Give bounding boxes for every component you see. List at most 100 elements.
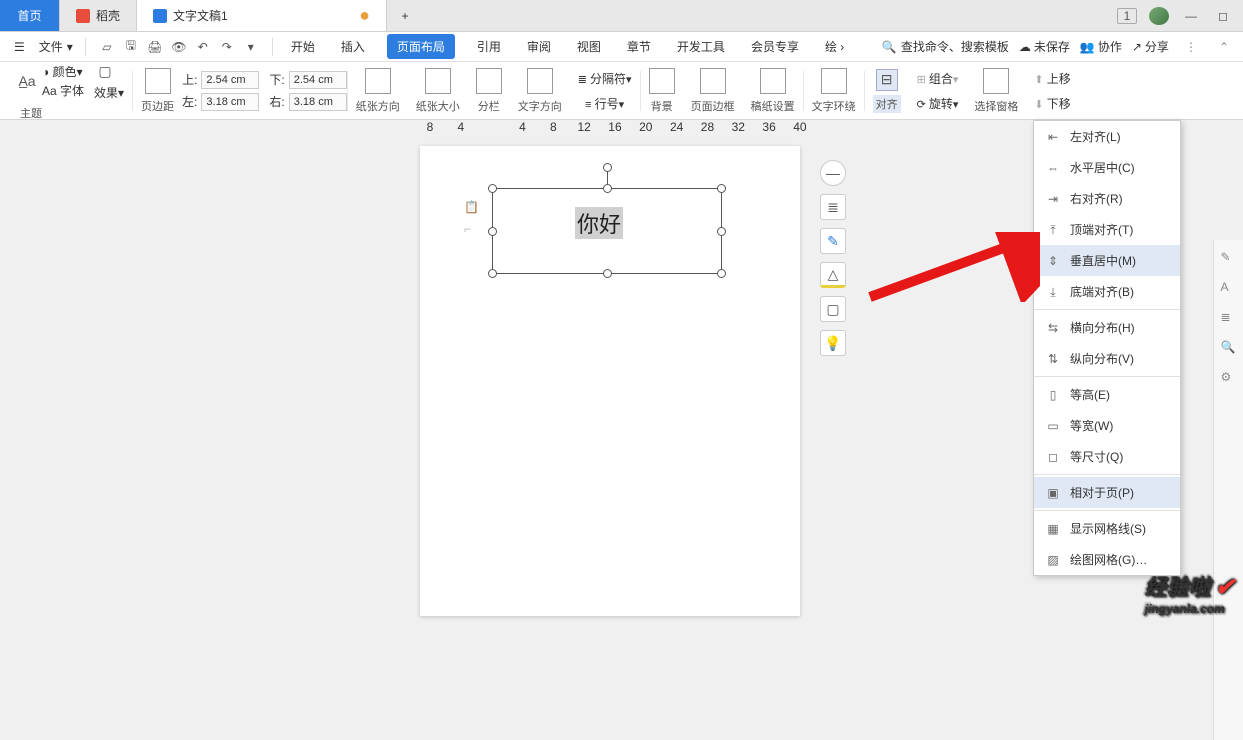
textbox-content[interactable]: 你好 <box>575 207 623 239</box>
document-page[interactable]: 📋 ⌐ 你好 <box>420 146 800 616</box>
margin-left-input[interactable] <box>201 93 259 111</box>
pagesize-label[interactable]: 纸张大小 <box>416 98 460 114</box>
paper-icon[interactable] <box>760 68 786 94</box>
breaks-button[interactable]: ≣ 分隔符▾ <box>578 70 632 87</box>
menu-insert[interactable]: 插入 <box>337 34 369 59</box>
more-icon[interactable]: ⋮ <box>1179 40 1203 54</box>
menu-view[interactable]: 视图 <box>573 34 605 59</box>
dd-align-vcenter[interactable]: ⇕垂直居中(M) <box>1034 245 1180 276</box>
menu-start[interactable]: 开始 <box>287 34 319 59</box>
margins-label[interactable]: 页边距 <box>141 98 174 114</box>
theme-icon[interactable]: A̲a <box>16 70 38 92</box>
paste-icon[interactable]: 📋 <box>464 200 478 214</box>
menu-section[interactable]: 章节 <box>623 34 655 59</box>
columns-icon[interactable] <box>476 68 502 94</box>
resize-handle[interactable] <box>717 184 726 193</box>
new-icon[interactable]: ▱ <box>98 38 116 56</box>
resize-handle[interactable] <box>603 184 612 193</box>
collapse-ribbon-icon[interactable]: ⌃ <box>1213 40 1235 54</box>
resize-handle[interactable] <box>488 227 497 236</box>
dd-align-top[interactable]: ⤒顶端对齐(T) <box>1034 214 1180 245</box>
resize-handle[interactable] <box>488 184 497 193</box>
dd-distribute-v[interactable]: ⇅纵向分布(V) <box>1034 343 1180 374</box>
margin-bottom-input[interactable] <box>289 71 347 89</box>
wrap-float-icon[interactable]: ≣ <box>820 194 846 220</box>
group-button[interactable]: ⊞ 组合▾ <box>917 70 959 87</box>
paper-label[interactable]: 稿纸设置 <box>751 98 795 114</box>
pagesize-icon[interactable] <box>425 68 451 94</box>
minimize-icon[interactable]: — <box>1181 9 1201 23</box>
background-label[interactable]: 背景 <box>651 98 673 114</box>
menu-pagelayout[interactable]: 页面布局 <box>387 34 455 59</box>
tab-home[interactable]: 首页 <box>0 0 60 31</box>
dd-align-left[interactable]: ⇤左对齐(L) <box>1034 121 1180 152</box>
resize-handle[interactable] <box>603 269 612 278</box>
undo-icon[interactable]: ↶ <box>194 38 212 56</box>
menu-review[interactable]: 审阅 <box>523 34 555 59</box>
new-tab-button[interactable]: + <box>387 0 423 31</box>
idea-icon[interactable]: 💡 <box>820 330 846 356</box>
dd-align-bottom[interactable]: ⤓底端对齐(B) <box>1034 276 1180 307</box>
window-number[interactable]: 1 <box>1117 8 1137 24</box>
menu-devtools[interactable]: 开发工具 <box>673 34 729 59</box>
dd-relative-page[interactable]: ▣相对于页(P) <box>1034 477 1180 508</box>
highlight-icon[interactable]: △ <box>820 262 846 288</box>
text-box[interactable]: 你好 <box>492 188 722 274</box>
selection-pane-label[interactable]: 选择窗格 <box>974 98 1018 114</box>
ribbon-effect[interactable]: 效果▾ <box>94 84 124 101</box>
pageborder-icon[interactable] <box>700 68 726 94</box>
orientation-label[interactable]: 纸张方向 <box>356 98 400 114</box>
dd-align-right[interactable]: ⇥右对齐(R) <box>1034 183 1180 214</box>
tab-document[interactable]: 文字文稿1 ● <box>137 0 387 31</box>
background-icon[interactable] <box>649 68 675 94</box>
rail-search-icon[interactable]: 🔍 <box>1221 340 1237 356</box>
resize-handle[interactable] <box>717 269 726 278</box>
frame-icon[interactable]: ▢ <box>820 296 846 322</box>
pageborder-label[interactable]: 页面边框 <box>691 98 735 114</box>
maximize-icon[interactable]: ◻ <box>1213 9 1233 23</box>
menu-draw[interactable]: 绘 › <box>821 34 848 59</box>
resize-handle[interactable] <box>717 227 726 236</box>
save-icon[interactable]: 🖫 <box>122 38 140 56</box>
theme-font[interactable]: Aa 字体 <box>42 82 84 99</box>
hamburger-icon[interactable]: ☰ <box>8 40 31 54</box>
dd-draw-grid[interactable]: ▨绘图网格(G)… <box>1034 544 1180 575</box>
movedown-button[interactable]: ⬇ 下移 <box>1034 95 1070 112</box>
margins-icon[interactable] <box>145 68 171 94</box>
print-icon[interactable]: 🖨 <box>146 38 164 56</box>
align-icon[interactable]: ⊟ <box>876 69 898 91</box>
rail-settings-icon[interactable]: ⚙ <box>1221 370 1237 386</box>
file-menu[interactable]: 文件▾ <box>33 38 79 55</box>
resize-handle[interactable] <box>488 269 497 278</box>
wrap-label[interactable]: 文字环绕 <box>812 98 856 114</box>
wrap-icon[interactable] <box>821 68 847 94</box>
rail-layers-icon[interactable]: ≣ <box>1221 310 1237 326</box>
align-label[interactable]: 对齐 <box>873 95 901 113</box>
tab-docer[interactable]: 稻壳 <box>60 0 137 31</box>
share-button[interactable]: ↗分享 <box>1132 38 1169 55</box>
dd-align-hcenter[interactable]: ⇔水平居中(C) <box>1034 152 1180 183</box>
textdir-icon[interactable] <box>527 68 553 94</box>
orientation-icon[interactable] <box>365 68 391 94</box>
selection-pane-icon[interactable] <box>983 68 1009 94</box>
lineno-button[interactable]: ≡ 行号▾ <box>585 95 624 112</box>
rotate-button[interactable]: ⟳ 旋转▾ <box>917 95 959 112</box>
dd-distribute-h[interactable]: ⇆横向分布(H) <box>1034 312 1180 343</box>
margin-top-input[interactable] <box>201 71 259 89</box>
moveup-button[interactable]: ⬆ 上移 <box>1034 70 1070 87</box>
rail-tool-icon[interactable]: ✎ <box>1221 250 1237 266</box>
columns-label[interactable]: 分栏 <box>478 98 500 114</box>
eyedropper-icon[interactable]: ✎ <box>820 228 846 254</box>
user-avatar-icon[interactable] <box>1149 7 1169 25</box>
collab-button[interactable]: 👥协作 <box>1080 38 1122 55</box>
menu-vip[interactable]: 会员专享 <box>747 34 803 59</box>
textdir-label[interactable]: 文字方向 <box>518 98 562 114</box>
margin-right-input[interactable] <box>289 93 347 111</box>
unsaved-button[interactable]: ☁未保存 <box>1019 38 1070 55</box>
command-search[interactable]: 🔍 查找命令、搜索模板 <box>882 38 1009 55</box>
redo-icon[interactable]: ↷ <box>218 38 236 56</box>
rail-styles-icon[interactable]: A <box>1221 280 1237 296</box>
format-painter-icon[interactable]: ▾ <box>242 38 260 56</box>
menu-references[interactable]: 引用 <box>473 34 505 59</box>
preview-icon[interactable]: 👁 <box>170 38 188 56</box>
